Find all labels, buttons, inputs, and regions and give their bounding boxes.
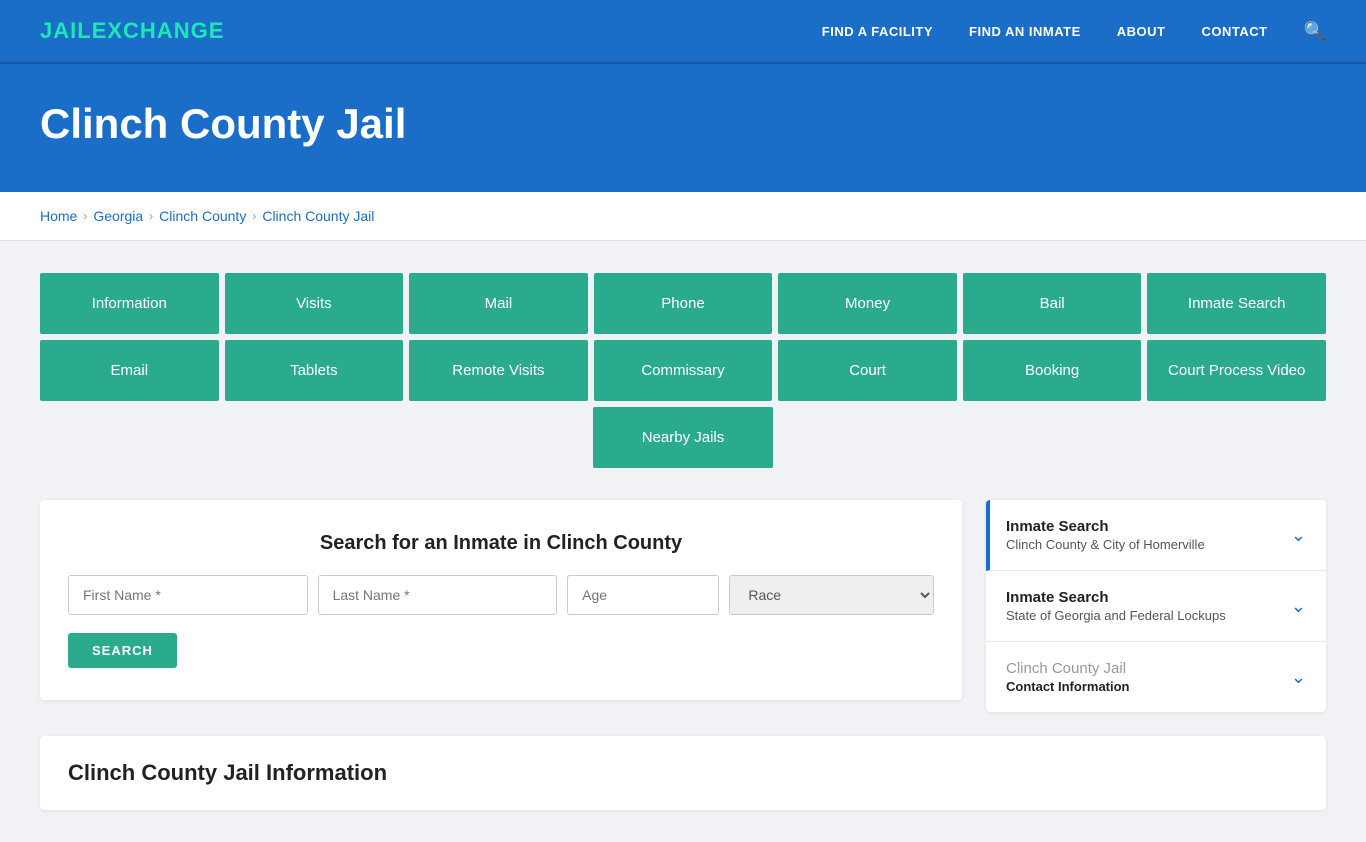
- breadcrumb-clinch-county[interactable]: Clinch County: [159, 208, 246, 224]
- btn-nearby-jails[interactable]: Nearby Jails: [593, 407, 773, 468]
- chevron-down-icon-2: ⌄: [1291, 667, 1306, 688]
- first-name-input[interactable]: [68, 575, 308, 615]
- btn-court-process-video[interactable]: Court Process Video: [1147, 340, 1326, 401]
- btn-court[interactable]: Court: [778, 340, 957, 401]
- breadcrumb-current: Clinch County Jail: [262, 208, 374, 224]
- btn-booking[interactable]: Booking: [963, 340, 1142, 401]
- race-select[interactable]: Race White Black Hispanic Asian Other: [729, 575, 934, 615]
- logo-exchange: EXCHANGE: [92, 18, 225, 43]
- logo[interactable]: JAILEXCHANGE: [40, 18, 224, 44]
- chevron-down-icon-1: ⌄: [1291, 596, 1306, 617]
- sidebar-item-subtitle-1: State of Georgia and Federal Lockups: [1006, 608, 1226, 623]
- breadcrumb-sep-3: ›: [252, 209, 256, 223]
- btn-visits[interactable]: Visits: [225, 273, 404, 334]
- sidebar-item-subtitle-0: Clinch County & City of Homerville: [1006, 537, 1205, 552]
- btn-bail[interactable]: Bail: [963, 273, 1142, 334]
- sidebar-item-contact-info[interactable]: Clinch County Jail Contact Information ⌄: [986, 642, 1326, 712]
- chevron-down-icon-0: ⌄: [1291, 525, 1306, 546]
- sidebar-item-inmate-search-state[interactable]: Inmate Search State of Georgia and Feder…: [986, 571, 1326, 642]
- bottom-info: Clinch County Jail Information: [40, 736, 1326, 810]
- lower-section: Search for an Inmate in Clinch County Ra…: [40, 500, 1326, 712]
- breadcrumb-sep-2: ›: [149, 209, 153, 223]
- btn-commissary[interactable]: Commissary: [594, 340, 773, 401]
- nav-contact[interactable]: CONTACT: [1201, 24, 1267, 39]
- btn-mail[interactable]: Mail: [409, 273, 588, 334]
- sidebar-item-title-2: Clinch County Jail: [1006, 660, 1130, 677]
- btn-email[interactable]: Email: [40, 340, 219, 401]
- search-title: Search for an Inmate in Clinch County: [68, 532, 934, 555]
- btn-remote-visits[interactable]: Remote Visits: [409, 340, 588, 401]
- button-grid-row2: Email Tablets Remote Visits Commissary C…: [40, 340, 1326, 401]
- search-panel: Search for an Inmate in Clinch County Ra…: [40, 500, 962, 700]
- navbar: JAILEXCHANGE FIND A FACILITY FIND AN INM…: [0, 0, 1366, 64]
- search-icon[interactable]: 🔍: [1304, 21, 1326, 42]
- btn-tablets[interactable]: Tablets: [225, 340, 404, 401]
- page-title: Clinch County Jail: [40, 100, 1326, 148]
- nav-about[interactable]: ABOUT: [1117, 24, 1166, 39]
- btn-inmate-search[interactable]: Inmate Search: [1147, 273, 1326, 334]
- sidebar-card: Inmate Search Clinch County & City of Ho…: [986, 500, 1326, 712]
- main-content: Information Visits Mail Phone Money Bail…: [0, 241, 1366, 842]
- breadcrumb: Home › Georgia › Clinch County › Clinch …: [40, 208, 1326, 224]
- last-name-input[interactable]: [318, 575, 558, 615]
- search-button[interactable]: SEARCH: [68, 633, 177, 668]
- breadcrumb-georgia[interactable]: Georgia: [93, 208, 143, 224]
- nav-find-inmate[interactable]: FIND AN INMATE: [969, 24, 1081, 39]
- breadcrumb-sep-1: ›: [83, 209, 87, 223]
- btn-money[interactable]: Money: [778, 273, 957, 334]
- sidebar-item-title-1: Inmate Search: [1006, 589, 1226, 606]
- btn-phone[interactable]: Phone: [594, 273, 773, 334]
- sidebar-item-inmate-search-local[interactable]: Inmate Search Clinch County & City of Ho…: [986, 500, 1326, 571]
- nav-links: FIND A FACILITY FIND AN INMATE ABOUT CON…: [822, 21, 1326, 42]
- breadcrumb-home[interactable]: Home: [40, 208, 77, 224]
- breadcrumb-bar: Home › Georgia › Clinch County › Clinch …: [0, 192, 1366, 241]
- search-form: Race White Black Hispanic Asian Other: [68, 575, 934, 615]
- bottom-title: Clinch County Jail Information: [68, 760, 1298, 786]
- nav-find-facility[interactable]: FIND A FACILITY: [822, 24, 933, 39]
- sidebar: Inmate Search Clinch County & City of Ho…: [986, 500, 1326, 712]
- hero-section: Clinch County Jail: [0, 64, 1366, 192]
- btn-information[interactable]: Information: [40, 273, 219, 334]
- button-grid-row1: Information Visits Mail Phone Money Bail…: [40, 273, 1326, 334]
- age-input[interactable]: [567, 575, 719, 615]
- sidebar-item-title-0: Inmate Search: [1006, 518, 1205, 535]
- button-grid-row3: Nearby Jails: [40, 407, 1326, 468]
- sidebar-item-subtitle-2: Contact Information: [1006, 679, 1130, 694]
- logo-jail: JAIL: [40, 18, 92, 43]
